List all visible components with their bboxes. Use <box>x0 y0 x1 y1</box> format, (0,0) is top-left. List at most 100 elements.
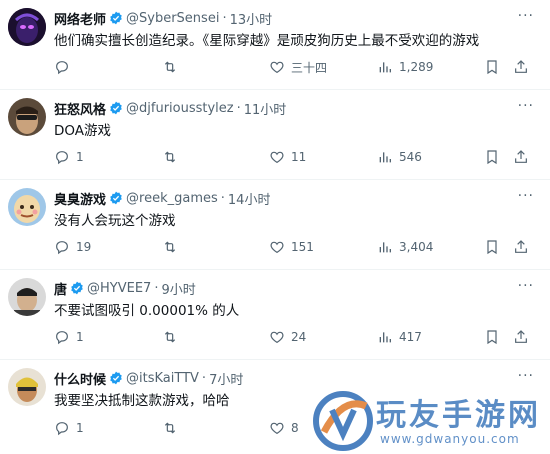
tweet-text: 我要坚决抵制这款游戏，哈哈 <box>54 393 230 409</box>
tweet-text: 他们确实擅长创造纪录。《星际穿越》是顽皮狗历史上最不受欢迎的游戏 <box>54 33 480 49</box>
retweet-button[interactable] <box>162 148 184 166</box>
user-handle[interactable]: @itsKaiTTV <box>126 371 199 386</box>
reply-button[interactable]: 1 <box>54 419 84 437</box>
tweet-header: 网络老师 @SyberSensei · 13小时 <box>54 8 272 28</box>
retweet-button[interactable] <box>162 328 184 346</box>
like-button[interactable]: 151 <box>269 238 314 256</box>
timestamp[interactable]: 7小时 <box>209 369 243 388</box>
avatar[interactable] <box>8 278 46 316</box>
reply-button[interactable]: 19 <box>54 238 91 256</box>
verified-icon <box>109 371 123 385</box>
like-button[interactable]: 11 <box>269 148 306 166</box>
share-button[interactable] <box>513 238 529 256</box>
tweet[interactable]: 臭臭游戏 @reek_games · 14小时 ··· 没有人会玩这个游戏 19… <box>0 180 550 270</box>
more-options-icon[interactable]: ··· <box>518 368 534 384</box>
timestamp[interactable]: 11小时 <box>244 99 287 118</box>
avatar[interactable] <box>8 368 46 406</box>
like-button[interactable]: 8 <box>269 419 299 437</box>
views-icon <box>379 332 391 343</box>
display-name[interactable]: 狂怒风格 <box>54 99 106 118</box>
separator: · <box>201 370 207 386</box>
user-handle[interactable]: @HYVEE7 <box>87 281 151 296</box>
view-count: 1,289 <box>399 60 434 74</box>
reply-button[interactable]: 1 <box>54 328 84 346</box>
watermark: 玩友手游网 www.gdwanyou.com <box>310 388 550 454</box>
action-bar: 三十四 1,289 <box>54 58 536 76</box>
share-icon <box>515 330 527 343</box>
tweet[interactable]: 狂怒风格 @djfuriousstylez · 11小时 ··· DOA游戏 1… <box>0 90 550 180</box>
timestamp[interactable]: 9小时 <box>161 279 195 298</box>
more-options-icon[interactable]: ··· <box>518 188 534 204</box>
bookmark-icon <box>487 240 497 255</box>
display-name[interactable]: 唐 <box>54 279 67 298</box>
views-button[interactable]: 1,289 <box>377 58 433 76</box>
tweet[interactable]: 唐 @HYVEE7 · 9小时 ··· 不要试图吸引 0.00001% 的人 1… <box>0 270 550 360</box>
timestamp[interactable]: 14小时 <box>228 189 271 208</box>
retweet-button[interactable] <box>162 419 184 437</box>
like-button[interactable]: 三十四 <box>269 58 327 76</box>
bookmark-icon <box>487 150 497 165</box>
timestamp[interactable]: 13小时 <box>230 9 273 28</box>
retweet-icon <box>164 241 176 253</box>
reply-count: 1 <box>76 421 84 435</box>
bookmark-icon <box>487 60 497 75</box>
verified-icon <box>109 191 123 205</box>
like-count: 151 <box>291 240 314 254</box>
views-icon <box>379 242 391 253</box>
tweet-header: 什么时候 @itsKaiTTV · 7小时 <box>54 368 243 388</box>
reply-count: 1 <box>76 330 84 344</box>
separator: · <box>236 100 241 116</box>
like-count: 24 <box>291 330 307 344</box>
reply-button[interactable] <box>54 58 76 76</box>
retweet-icon <box>164 422 176 434</box>
views-button[interactable]: 3,404 <box>377 238 433 256</box>
more-options-icon[interactable]: ··· <box>518 278 534 294</box>
tweet-header: 臭臭游戏 @reek_games · 14小时 <box>54 188 270 208</box>
user-handle[interactable]: @djfuriousstylez <box>126 101 234 116</box>
more-options-icon[interactable]: ··· <box>518 8 534 24</box>
tweet-header: 唐 @HYVEE7 · 9小时 <box>54 278 196 298</box>
views-button[interactable]: 546 <box>377 148 422 166</box>
avatar[interactable] <box>8 98 46 136</box>
bookmark-button[interactable] <box>484 238 500 256</box>
share-button[interactable] <box>513 58 529 76</box>
like-button[interactable]: 24 <box>269 328 306 346</box>
bookmark-button[interactable] <box>484 328 500 346</box>
reply-count: 19 <box>76 240 92 254</box>
heart-icon <box>270 422 284 435</box>
separator: · <box>154 280 159 296</box>
share-button[interactable] <box>513 148 529 166</box>
heart-icon <box>270 241 284 254</box>
bookmark-button[interactable] <box>484 58 500 76</box>
retweet-button[interactable] <box>162 58 184 76</box>
view-count: 546 <box>399 150 422 164</box>
retweet-icon <box>164 61 176 73</box>
reply-icon <box>56 241 68 255</box>
reply-button[interactable]: 1 <box>54 148 84 166</box>
views-icon <box>379 152 391 163</box>
views-button[interactable]: 417 <box>377 328 422 346</box>
verified-icon <box>109 11 123 25</box>
display-name[interactable]: 臭臭游戏 <box>54 189 106 208</box>
display-name[interactable]: 什么时候 <box>54 369 106 388</box>
display-name[interactable]: 网络老师 <box>54 9 106 28</box>
reply-icon <box>56 61 68 75</box>
tweet[interactable]: 网络老师 @SyberSensei · 13小时 ··· 他们确实擅长创造纪录。… <box>0 0 550 90</box>
reply-count: 1 <box>76 150 84 164</box>
more-options-icon[interactable]: ··· <box>518 98 534 114</box>
bookmark-button[interactable] <box>484 148 500 166</box>
avatar[interactable] <box>8 8 46 46</box>
heart-icon <box>270 151 284 164</box>
retweet-button[interactable] <box>162 238 184 256</box>
share-icon <box>515 60 527 73</box>
user-handle[interactable]: @reek_games <box>126 191 218 206</box>
avatar[interactable] <box>8 188 46 226</box>
reply-icon <box>56 151 68 165</box>
share-button[interactable] <box>513 328 529 346</box>
heart-icon <box>270 61 284 74</box>
watermark-url: www.gdwanyou.com <box>380 432 520 446</box>
watermark-text: 玩友手游网 <box>376 398 541 433</box>
reply-icon <box>56 422 68 436</box>
separator: · <box>220 190 225 206</box>
user-handle[interactable]: @SyberSensei <box>126 11 219 26</box>
